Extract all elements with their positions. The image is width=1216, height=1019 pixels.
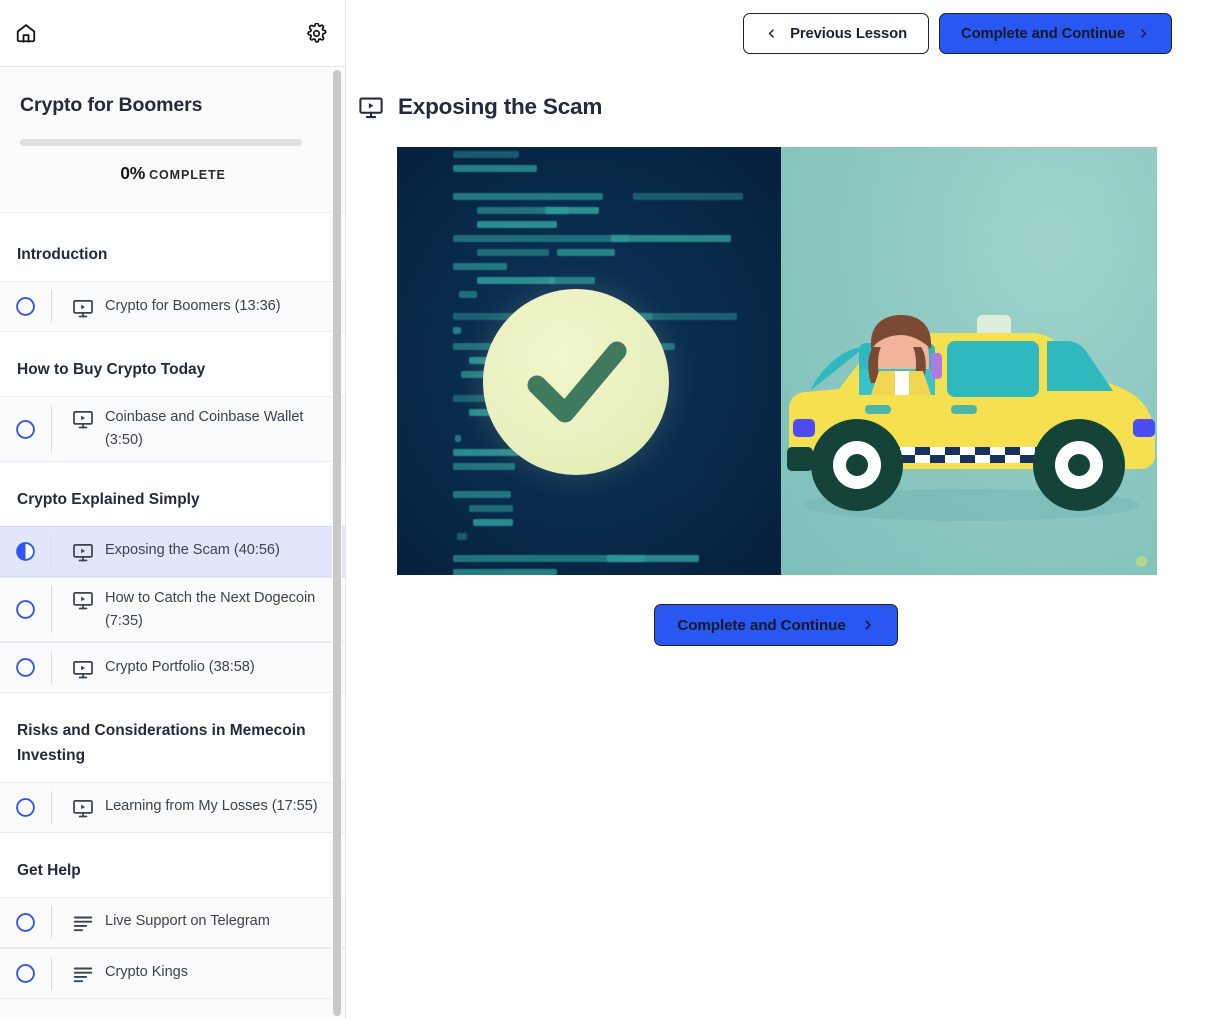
chevron-left-icon [765, 27, 778, 40]
sidebar-lesson-row[interactable]: Learning from My Losses (17:55) [0, 782, 346, 833]
course-sidebar: Crypto for Boomers 0% COMPLETE Introducti… [0, 0, 346, 1019]
lesson-title: Exposing the Scam [398, 94, 602, 120]
lesson-body: How to Catch the Next Dogecoin (7:35) [52, 578, 346, 642]
lesson-label: Live Support on Telegram [105, 910, 270, 933]
section-title: Get Help [0, 833, 346, 897]
section-title: How to Buy Crypto Today [0, 332, 346, 396]
complete-and-continue-button-top[interactable]: Complete and Continue [939, 13, 1172, 54]
previous-lesson-button[interactable]: Previous Lesson [743, 13, 929, 54]
circle-outline-icon[interactable] [0, 599, 51, 620]
circle-outline-icon[interactable] [0, 963, 51, 984]
sidebar-lesson-row[interactable]: Live Support on Telegram [0, 897, 346, 948]
text-lines-icon [72, 963, 94, 985]
lesson-body: Crypto for Boomers (13:36) [52, 286, 346, 328]
chevron-right-icon [1137, 27, 1150, 40]
video-icon [72, 589, 94, 611]
circle-outline-icon[interactable] [0, 912, 51, 933]
lesson-body: Crypto Kings [52, 952, 346, 994]
complete-and-continue-button-bottom[interactable]: Complete and Continue [654, 604, 897, 646]
circle-outline-icon [15, 797, 36, 818]
section-title: Introduction [0, 213, 346, 281]
video-icon [72, 797, 94, 819]
lesson-header: Exposing the Scam [346, 67, 1216, 120]
course-progress-percent: 0% [120, 163, 145, 183]
lesson-label: Learning from My Losses (17:55) [105, 795, 318, 818]
taxi-illustration [781, 147, 1157, 575]
gear-icon[interactable] [301, 18, 331, 48]
chevron-right-icon [861, 618, 875, 632]
circle-half-filled-icon[interactable] [0, 541, 51, 562]
lesson-footer-actions: Complete and Continue [396, 575, 1156, 646]
previous-lesson-label: Previous Lesson [790, 26, 907, 42]
video-icon [72, 658, 94, 680]
lesson-body: Live Support on Telegram [52, 901, 346, 943]
sidebar-lesson-row[interactable]: Exposing the Scam (40:56) [0, 526, 346, 577]
lesson-toolbar: Previous Lesson Complete and Continue [346, 0, 1216, 67]
video-icon [72, 297, 94, 319]
lesson-body: Learning from My Losses (17:55) [52, 786, 346, 828]
course-progress-word: COMPLETE [149, 168, 226, 182]
video-icon [72, 408, 94, 430]
complete-and-continue-label-top: Complete and Continue [961, 26, 1125, 42]
text-lines-icon [72, 912, 94, 934]
course-title: Crypto for Boomers [20, 93, 326, 117]
circle-outline-icon [15, 657, 36, 678]
circle-outline-icon [15, 296, 36, 317]
video-icon [72, 541, 94, 563]
checkmark-badge [483, 289, 669, 475]
lesson-label: Crypto for Boomers (13:36) [105, 295, 281, 318]
home-icon[interactable] [11, 18, 41, 48]
lesson-label: Coinbase and Coinbase Wallet (3:50) [105, 406, 332, 452]
section-title: Crypto Explained Simply [0, 462, 346, 526]
lesson-label: Crypto Portfolio (38:58) [105, 656, 255, 679]
sidebar-scroll-region: Crypto for Boomers 0% COMPLETE Introducti… [0, 67, 346, 1019]
sidebar-scrollbar-thumb[interactable] [333, 70, 341, 1016]
sidebar-lesson-row[interactable]: Coinbase and Coinbase Wallet (3:50) [0, 396, 346, 462]
watermark-icon [1136, 556, 1147, 567]
complete-and-continue-label-bottom: Complete and Continue [677, 617, 845, 634]
course-progress-bar [20, 139, 302, 146]
lesson-body: Coinbase and Coinbase Wallet (3:50) [52, 397, 346, 461]
lesson-label: Exposing the Scam (40:56) [105, 539, 280, 562]
sidebar-lesson-row[interactable]: Crypto Portfolio (38:58) [0, 642, 346, 693]
lesson-video-container [346, 147, 1216, 575]
video-left-code-panel [397, 147, 781, 575]
sidebar-toolbar [0, 0, 345, 67]
lesson-label: How to Catch the Next Dogecoin (7:35) [105, 587, 332, 633]
section-title: Risks and Considerations in Memecoin Inv… [0, 693, 346, 781]
lesson-body: Exposing the Scam (40:56) [52, 530, 346, 572]
circle-outline-icon[interactable] [0, 419, 51, 440]
sidebar-lesson-row[interactable]: How to Catch the Next Dogecoin (7:35) [0, 577, 346, 643]
video-right-taxi-panel [781, 147, 1157, 575]
lesson-body: Crypto Portfolio (38:58) [52, 647, 346, 689]
circle-outline-icon [15, 599, 36, 620]
circle-half-filled-icon [15, 541, 36, 562]
circle-outline-icon[interactable] [0, 657, 51, 678]
sidebar-lesson-row[interactable]: Crypto Kings [0, 948, 346, 999]
lesson-main-panel: Previous Lesson Complete and Continue Ex… [346, 0, 1216, 1019]
circle-outline-icon [15, 963, 36, 984]
lesson-video-thumbnail[interactable] [397, 147, 1157, 575]
lesson-label: Crypto Kings [105, 961, 188, 984]
circle-outline-icon[interactable] [0, 797, 51, 818]
course-player-app: Crypto for Boomers 0% COMPLETE Introducti… [0, 0, 1216, 1019]
course-sections: Introduction Crypto for Boomers (13:36) Ho… [0, 213, 346, 998]
course-progress-header: Crypto for Boomers 0% COMPLETE [0, 67, 346, 213]
video-icon [358, 94, 384, 120]
circle-outline-icon[interactable] [0, 296, 51, 317]
sidebar-lesson-row[interactable]: Crypto for Boomers (13:36) [0, 281, 346, 332]
course-progress-label: 0% COMPLETE [20, 163, 326, 184]
check-icon [483, 289, 669, 475]
circle-outline-icon [15, 419, 36, 440]
circle-outline-icon [15, 912, 36, 933]
